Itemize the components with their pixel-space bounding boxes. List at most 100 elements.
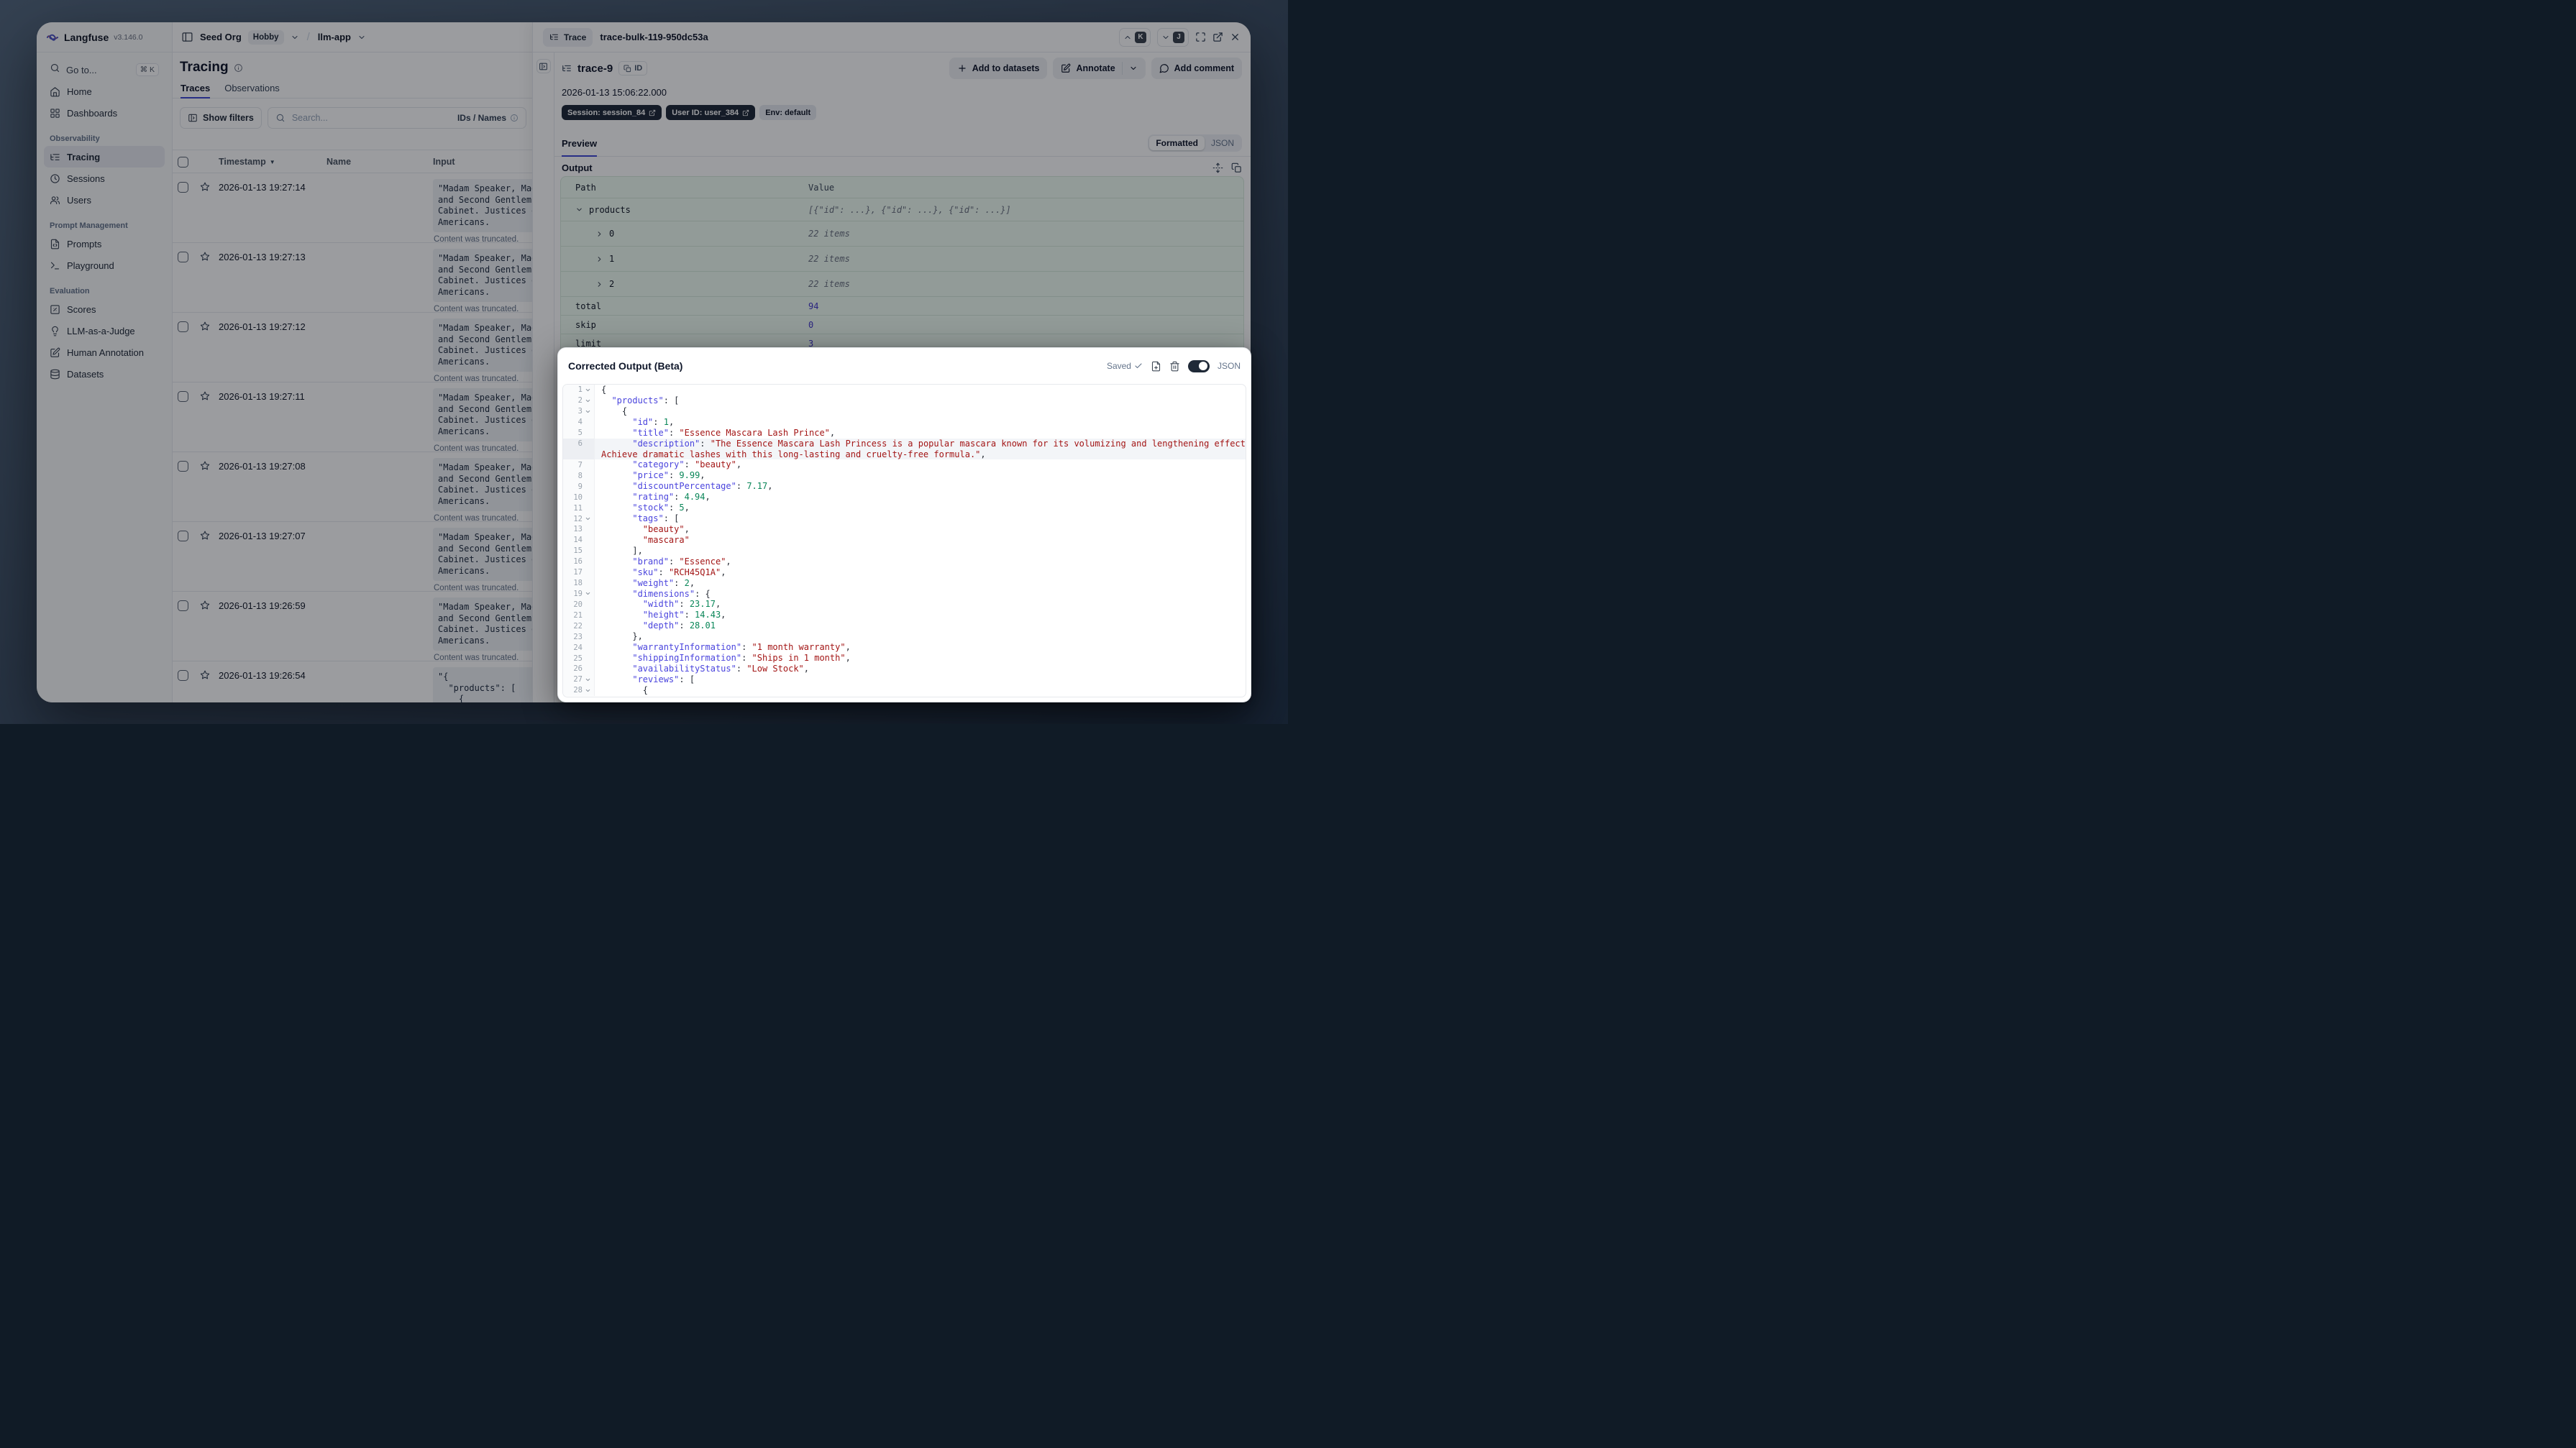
- editor-code-text: "depth": 28.01: [642, 620, 716, 631]
- editor-gutter: 5: [563, 427, 595, 439]
- chevron-down-icon: [585, 689, 590, 692]
- corrected-output-dialog: Corrected Output (Beta) Saved JSON 1{2 "…: [557, 347, 1251, 702]
- editor-code-text: "shippingInformation": "Ships in 1 month…: [632, 653, 851, 664]
- editor-code-text: ],: [601, 545, 643, 556]
- editor-code-text: {: [601, 385, 607, 395]
- editor-gutter: 24: [563, 642, 595, 654]
- editor-gutter: 21: [563, 610, 595, 621]
- editor-code-text: "brand": "Essence",: [632, 556, 731, 567]
- editor-line[interactable]: 14 "mascara": [563, 534, 1246, 546]
- editor-code-text: "width": 23.17,: [642, 599, 721, 610]
- editor-line[interactable]: 26 "availabilityStatus": "Low Stock",: [563, 663, 1246, 674]
- corrected-output-title: Corrected Output (Beta): [568, 360, 683, 372]
- editor-gutter: 17: [563, 567, 595, 578]
- editor-line[interactable]: 18 "weight": 2,: [563, 577, 1246, 589]
- fold-chevron-icon[interactable]: [583, 515, 593, 522]
- editor-line[interactable]: 16 "brand": "Essence",: [563, 556, 1246, 567]
- editor-code-text: "products": [: [611, 395, 680, 405]
- editor-line[interactable]: 22 "depth": 28.01: [563, 620, 1246, 632]
- editor-line[interactable]: 27 "reviews": [: [563, 674, 1246, 685]
- editor-code-text: "stock": 5,: [632, 503, 690, 513]
- fold-chevron-icon[interactable]: [583, 387, 593, 393]
- trash-icon: [1170, 361, 1179, 371]
- editor-line[interactable]: 10 "rating": 4.94,: [563, 492, 1246, 503]
- check-icon: [1134, 362, 1143, 370]
- editor-code-text: "title": "Essence Mascara Lash Prince",: [632, 427, 836, 438]
- editor-line[interactable]: 17 "sku": "RCH45Q1A",: [563, 567, 1246, 578]
- editor-line[interactable]: 6 "description": "The Essence Mascara La…: [563, 438, 1246, 449]
- editor-code-text: "id": 1,: [632, 416, 675, 427]
- json-code-editor[interactable]: 1{2 "products": [3 {4 "id": 1, 5 "title":…: [562, 384, 1246, 697]
- editor-code-text: "availabilityStatus": "Low Stock",: [632, 663, 810, 674]
- editor-gutter: 8: [563, 470, 595, 482]
- editor-line[interactable]: 24 "warrantyInformation": "1 month warra…: [563, 642, 1246, 654]
- editor-line[interactable]: 5 "title": "Essence Mascara Lash Prince"…: [563, 427, 1246, 439]
- editor-line[interactable]: 2 "products": [: [563, 395, 1246, 406]
- editor-code-text: "reviews": [: [632, 674, 695, 684]
- editor-code-text: "warrantyInformation": "1 month warranty…: [632, 642, 851, 653]
- editor-gutter: 1: [563, 385, 595, 395]
- editor-line[interactable]: 9 "discountPercentage": 7.17,: [563, 481, 1246, 492]
- corrected-output-header: Corrected Output (Beta) Saved JSON: [558, 348, 1251, 384]
- editor-line[interactable]: 1{: [563, 385, 1246, 395]
- editor-line[interactable]: 7 "category": "beauty",: [563, 459, 1246, 471]
- editor-line[interactable]: 15 ],: [563, 545, 1246, 556]
- add-to-dataset-button[interactable]: [1151, 361, 1161, 372]
- editor-code-text: "weight": 2,: [632, 577, 695, 588]
- editor-gutter: 7: [563, 459, 595, 471]
- desktop: Langfuse v3.146.0 Go to... ⌘ K Home Dashb…: [0, 0, 1288, 724]
- editor-gutter: 9: [563, 481, 595, 492]
- editor-line[interactable]: 3 {: [563, 405, 1246, 417]
- editor-gutter: 20: [563, 599, 595, 610]
- check-icon: [1135, 363, 1142, 369]
- editor-code-text: "discountPercentage": 7.17,: [632, 481, 773, 492]
- editor-line[interactable]: 28 {: [563, 684, 1246, 696]
- json-mode-toggle[interactable]: [1187, 359, 1210, 372]
- editor-line[interactable]: 8 "price": 9.99,: [563, 470, 1246, 482]
- editor-gutter: 15: [563, 545, 595, 556]
- editor-gutter: 10: [563, 492, 595, 503]
- delete-button[interactable]: [1169, 361, 1180, 372]
- json-toggle-label: JSON: [1217, 361, 1241, 371]
- editor-line[interactable]: 19 "dimensions": {: [563, 588, 1246, 600]
- editor-gutter: 2: [563, 395, 595, 406]
- editor-code-text: "height": 14.43,: [642, 610, 726, 620]
- fold-chevron-icon[interactable]: [583, 408, 593, 415]
- editor-gutter: 11: [563, 503, 595, 514]
- editor-line[interactable]: 23 },: [563, 631, 1246, 643]
- editor-code-text: {: [601, 405, 628, 416]
- editor-code-text: "rating": 4.94,: [632, 492, 711, 503]
- editor-gutter: 26: [563, 663, 595, 674]
- file-plus-icon: [1151, 361, 1161, 371]
- editor-line[interactable]: Achieve dramatic lashes with this long-l…: [563, 449, 1246, 460]
- editor-line[interactable]: 12 "tags": [: [563, 513, 1246, 524]
- editor-code-text: "beauty",: [642, 523, 690, 534]
- editor-code-text: "dimensions": {: [632, 588, 711, 599]
- editor-line[interactable]: 13 "beauty",: [563, 523, 1246, 535]
- editor-gutter: 13: [563, 523, 595, 535]
- fold-chevron-icon[interactable]: [583, 590, 593, 597]
- editor-code-text: Achieve dramatic lashes with this long-l…: [601, 449, 986, 459]
- editor-line[interactable]: 25 "shippingInformation": "Ships in 1 mo…: [563, 653, 1246, 664]
- fold-chevron-icon[interactable]: [583, 398, 593, 404]
- editor-gutter: [563, 449, 595, 460]
- editor-gutter: 27: [563, 674, 595, 685]
- editor-gutter: 6: [563, 438, 595, 449]
- editor-code-text: "category": "beauty",: [632, 459, 742, 470]
- editor-gutter: 18: [563, 577, 595, 589]
- editor-line[interactable]: 11 "stock": 5,: [563, 503, 1246, 514]
- editor-gutter: 14: [563, 534, 595, 546]
- fold-chevron-icon[interactable]: [583, 677, 593, 683]
- chevron-down-icon: [585, 517, 590, 521]
- editor-gutter: 28: [563, 684, 595, 696]
- editor-gutter: 12: [563, 513, 595, 524]
- chevron-down-icon: [585, 410, 590, 413]
- editor-line[interactable]: 20 "width": 23.17,: [563, 599, 1246, 610]
- editor-gutter: 23: [563, 631, 595, 643]
- editor-gutter: 25: [563, 653, 595, 664]
- editor-line[interactable]: 4 "id": 1,: [563, 416, 1246, 428]
- fold-chevron-icon[interactable]: [583, 687, 593, 694]
- editor-code-text: "description": "The Essence Mascara Lash…: [632, 438, 1246, 449]
- editor-line[interactable]: 21 "height": 14.43,: [563, 610, 1246, 621]
- saved-status: Saved: [1107, 361, 1143, 371]
